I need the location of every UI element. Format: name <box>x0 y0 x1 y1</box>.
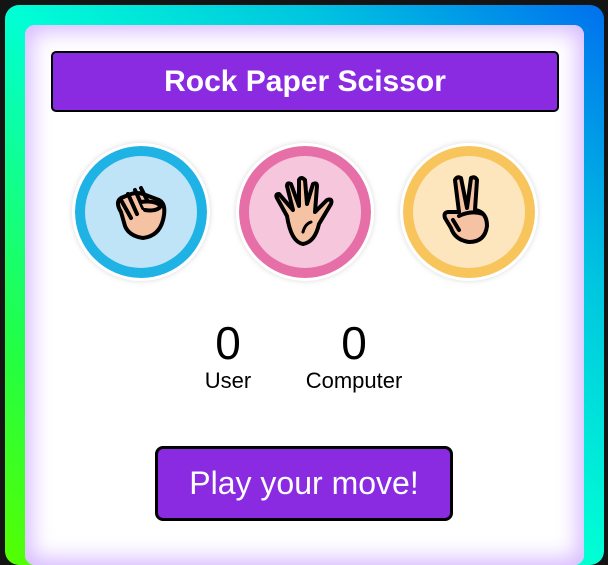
computer-score: 0 Computer <box>289 318 419 394</box>
open-hand-icon <box>274 176 334 246</box>
choice-paper[interactable] <box>236 143 374 281</box>
message-button[interactable]: Play your move! <box>155 446 453 521</box>
page-title: Rock Paper Scissor <box>51 51 559 112</box>
user-score-label: User <box>204 368 252 393</box>
choice-scissors[interactable] <box>400 143 538 281</box>
computer-score-label: Computer <box>305 368 403 393</box>
choice-rock[interactable] <box>72 143 210 281</box>
user-score-value: 0 <box>215 317 241 369</box>
fist-icon <box>116 186 167 240</box>
user-score: 0 User <box>178 318 278 394</box>
peace-hand-icon <box>442 175 489 244</box>
computer-score-value: 0 <box>341 317 367 369</box>
